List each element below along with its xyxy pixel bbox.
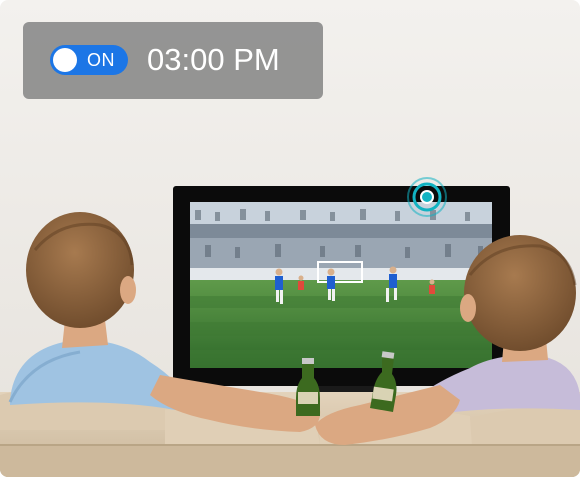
toggle-switch-icon	[53, 48, 77, 72]
ir-signal-icon	[407, 177, 447, 217]
television	[173, 186, 510, 394]
toggle-state-label: ON	[87, 50, 115, 70]
timer-time: 03:00 PM	[147, 42, 280, 77]
scene-photo: ON 03:00 PM	[0, 0, 580, 477]
timer-toggle[interactable]: ON	[50, 45, 128, 75]
